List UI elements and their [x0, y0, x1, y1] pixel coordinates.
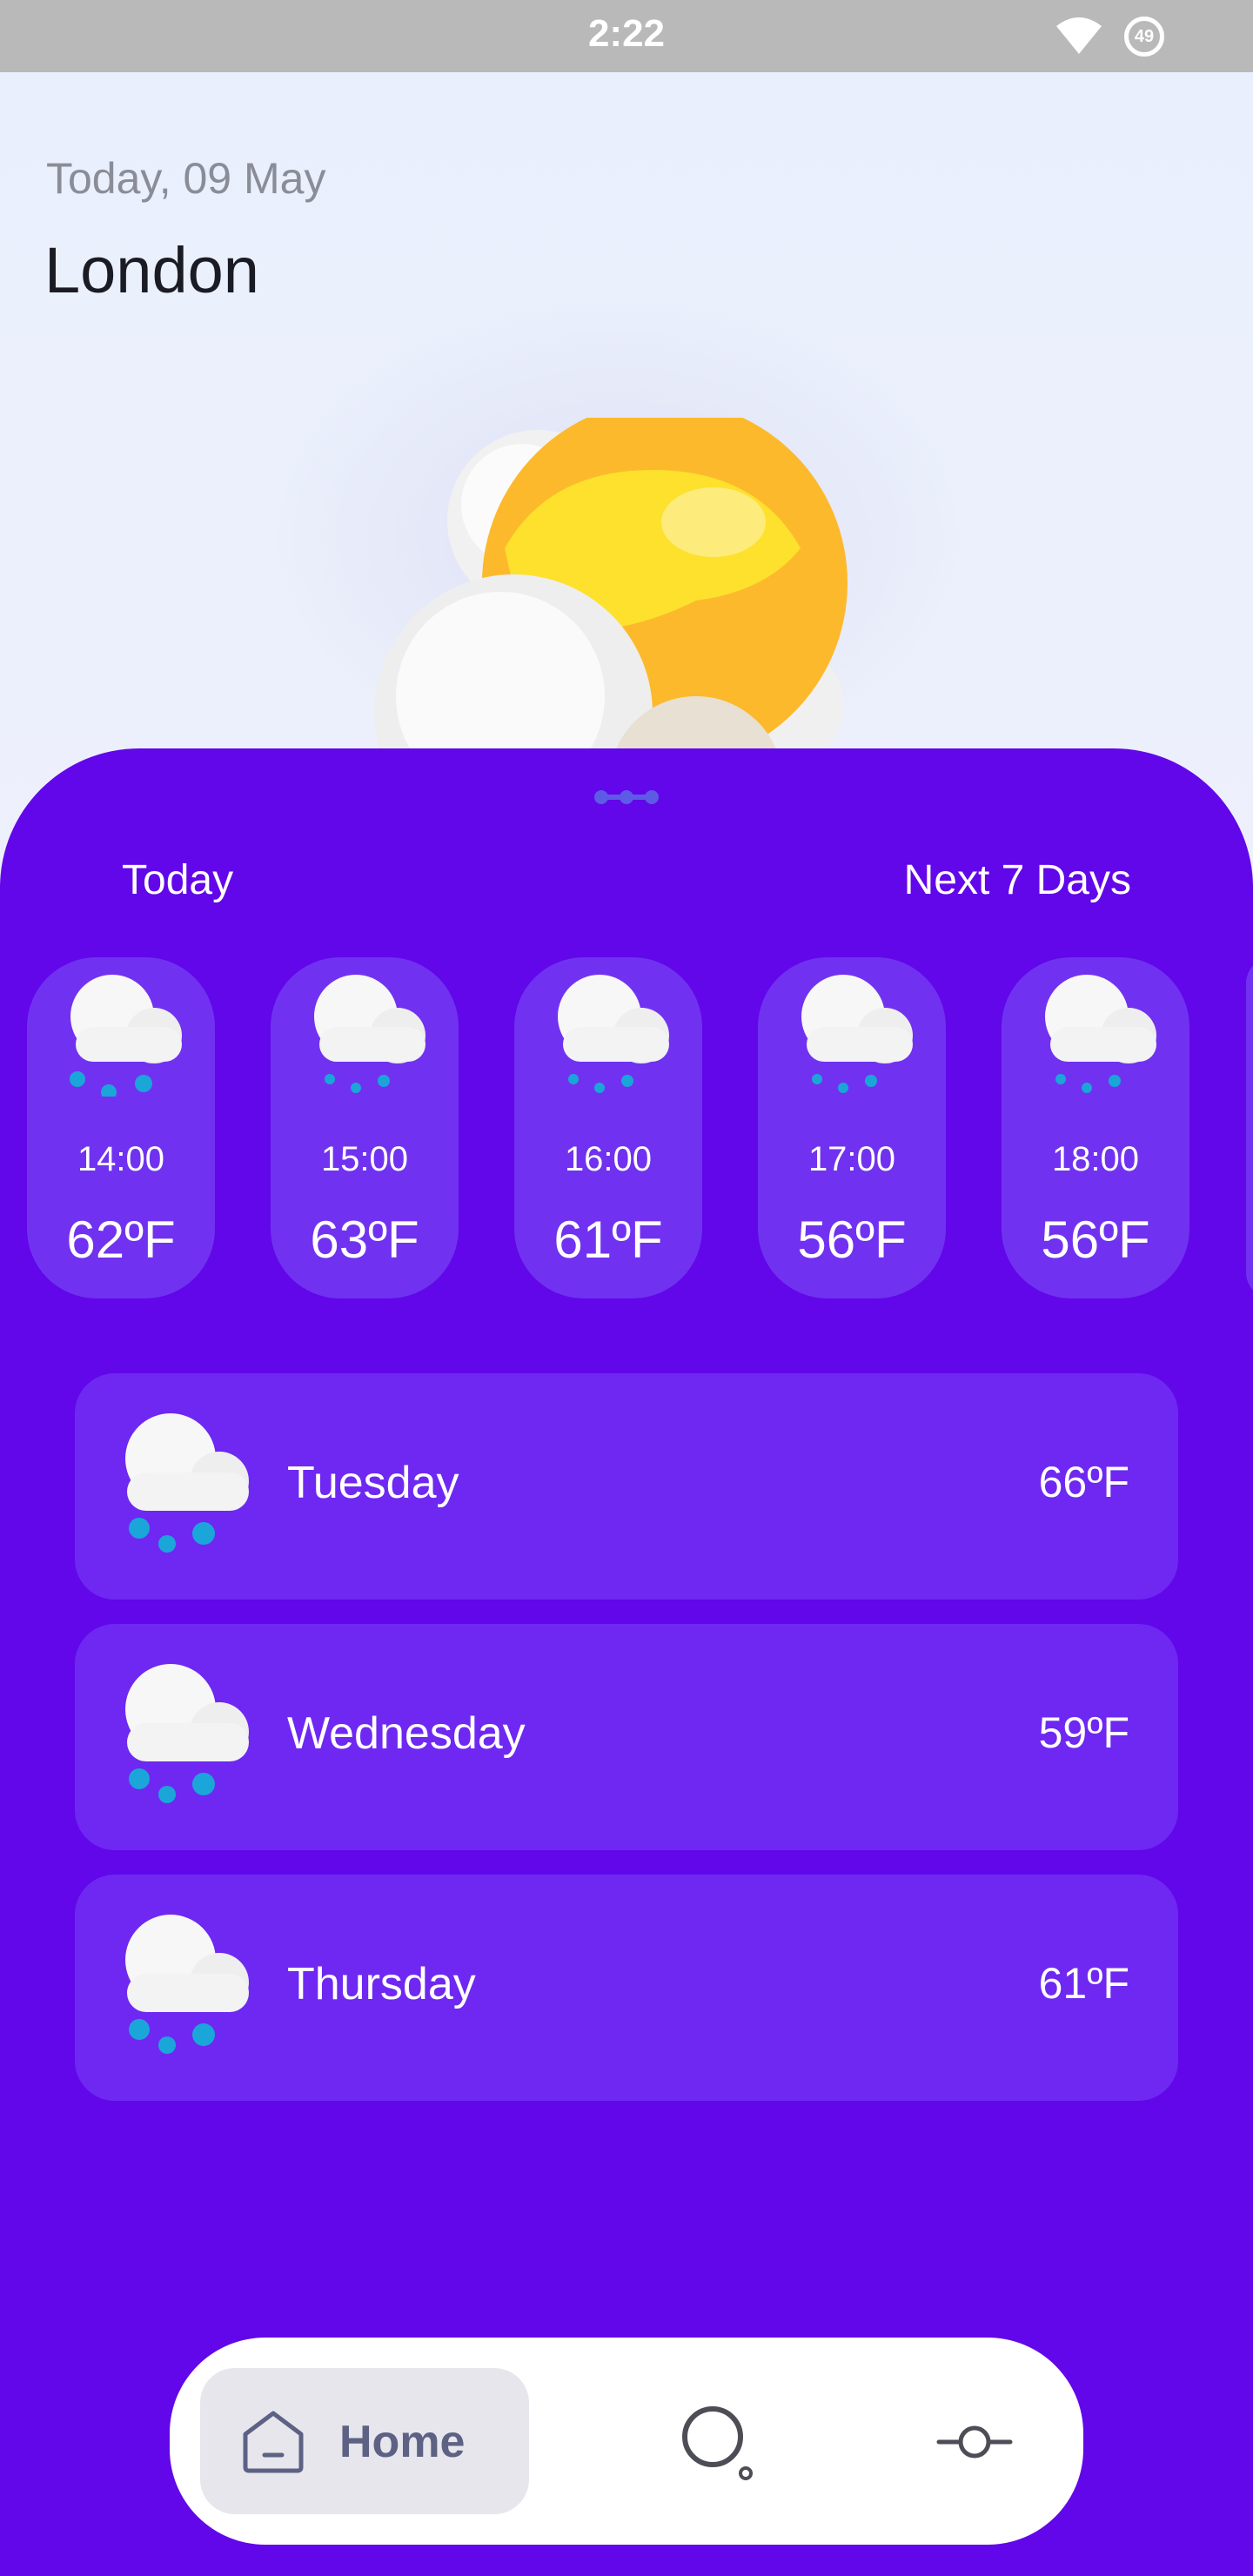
sun-cloud-icon — [374, 418, 848, 801]
nav-home-button[interactable]: Home — [200, 2368, 529, 2514]
hour-temp: 62ºF — [66, 1211, 176, 1269]
hour-temp: 56ºF — [797, 1211, 907, 1269]
search-icon[interactable] — [674, 2398, 761, 2485]
rain-cloud-icon — [125, 1413, 249, 1553]
tab-next-7-days[interactable]: Next 7 Days — [904, 856, 1131, 904]
hour-card[interactable]: 18:00 56ºF — [1002, 957, 1189, 1298]
rain-cloud-icon — [314, 975, 425, 1093]
home-icon — [243, 2411, 304, 2473]
status-bar: 2:22 49 — [0, 0, 1253, 72]
hour-time: 14:00 — [77, 1140, 165, 1178]
day-temp: 66ºF — [1038, 1458, 1129, 1506]
rain-cloud-icon — [70, 975, 182, 1097]
nav-home-label: Home — [339, 2417, 466, 2467]
hour-time: 16:00 — [564, 1140, 653, 1178]
tab-today[interactable]: Today — [122, 856, 233, 904]
wifi-icon — [1056, 17, 1102, 54]
day-row[interactable]: Wednesday 59ºF — [75, 1624, 1178, 1850]
hour-time: 17:00 — [807, 1140, 896, 1178]
rain-cloud-icon — [801, 975, 913, 1093]
day-temp: 61ºF — [1038, 1959, 1129, 2008]
day-name: Tuesday — [287, 1458, 459, 1508]
bottom-navigation: Home — [170, 2338, 1083, 2545]
daily-forecast: Tuesday 66ºF Wednesday 59ºF Thursday 61º… — [75, 1373, 1178, 2125]
rain-cloud-icon — [558, 975, 669, 1093]
drag-handle-icon[interactable] — [594, 788, 659, 807]
hour-temp: 61ºF — [553, 1211, 663, 1269]
hour-card-peek[interactable] — [1246, 957, 1253, 1298]
day-row[interactable]: Thursday 61ºF — [75, 1875, 1178, 2101]
hour-time: 18:00 — [1051, 1140, 1140, 1178]
day-name: Wednesday — [287, 1708, 526, 1759]
hour-card[interactable]: 15:00 63ºF — [271, 957, 459, 1298]
hour-time: 15:00 — [320, 1140, 409, 1178]
city-title: London — [44, 234, 259, 306]
slider-icon[interactable] — [935, 2398, 1014, 2485]
day-row[interactable]: Tuesday 66ºF — [75, 1373, 1178, 1600]
date-label: Today, 09 May — [46, 154, 326, 203]
day-temp: 59ºF — [1038, 1708, 1129, 1757]
weather-screen: 2:22 49 Today, 09 May London Today Next … — [0, 0, 1253, 2576]
hour-temp: 63ºF — [310, 1211, 419, 1269]
hourly-forecast[interactable]: 14:00 62ºF 15:00 63ºF 16:00 61ºF 17:00 5… — [0, 957, 1253, 1298]
hour-card[interactable]: 17:00 56ºF — [758, 957, 946, 1298]
hour-card[interactable]: 16:00 61ºF — [514, 957, 702, 1298]
battery-icon: 49 — [1124, 17, 1164, 57]
forecast-sheet[interactable]: Today Next 7 Days 14:00 62ºF 15:00 63ºF … — [0, 748, 1253, 2576]
battery-level: 49 — [1134, 26, 1155, 46]
rain-cloud-icon — [125, 1664, 249, 1803]
hour-card[interactable]: 14:00 62ºF — [27, 957, 215, 1298]
rain-cloud-icon — [125, 1915, 249, 2054]
hour-temp: 56ºF — [1041, 1211, 1150, 1269]
rain-cloud-icon — [1045, 975, 1156, 1093]
day-name: Thursday — [287, 1959, 476, 2009]
